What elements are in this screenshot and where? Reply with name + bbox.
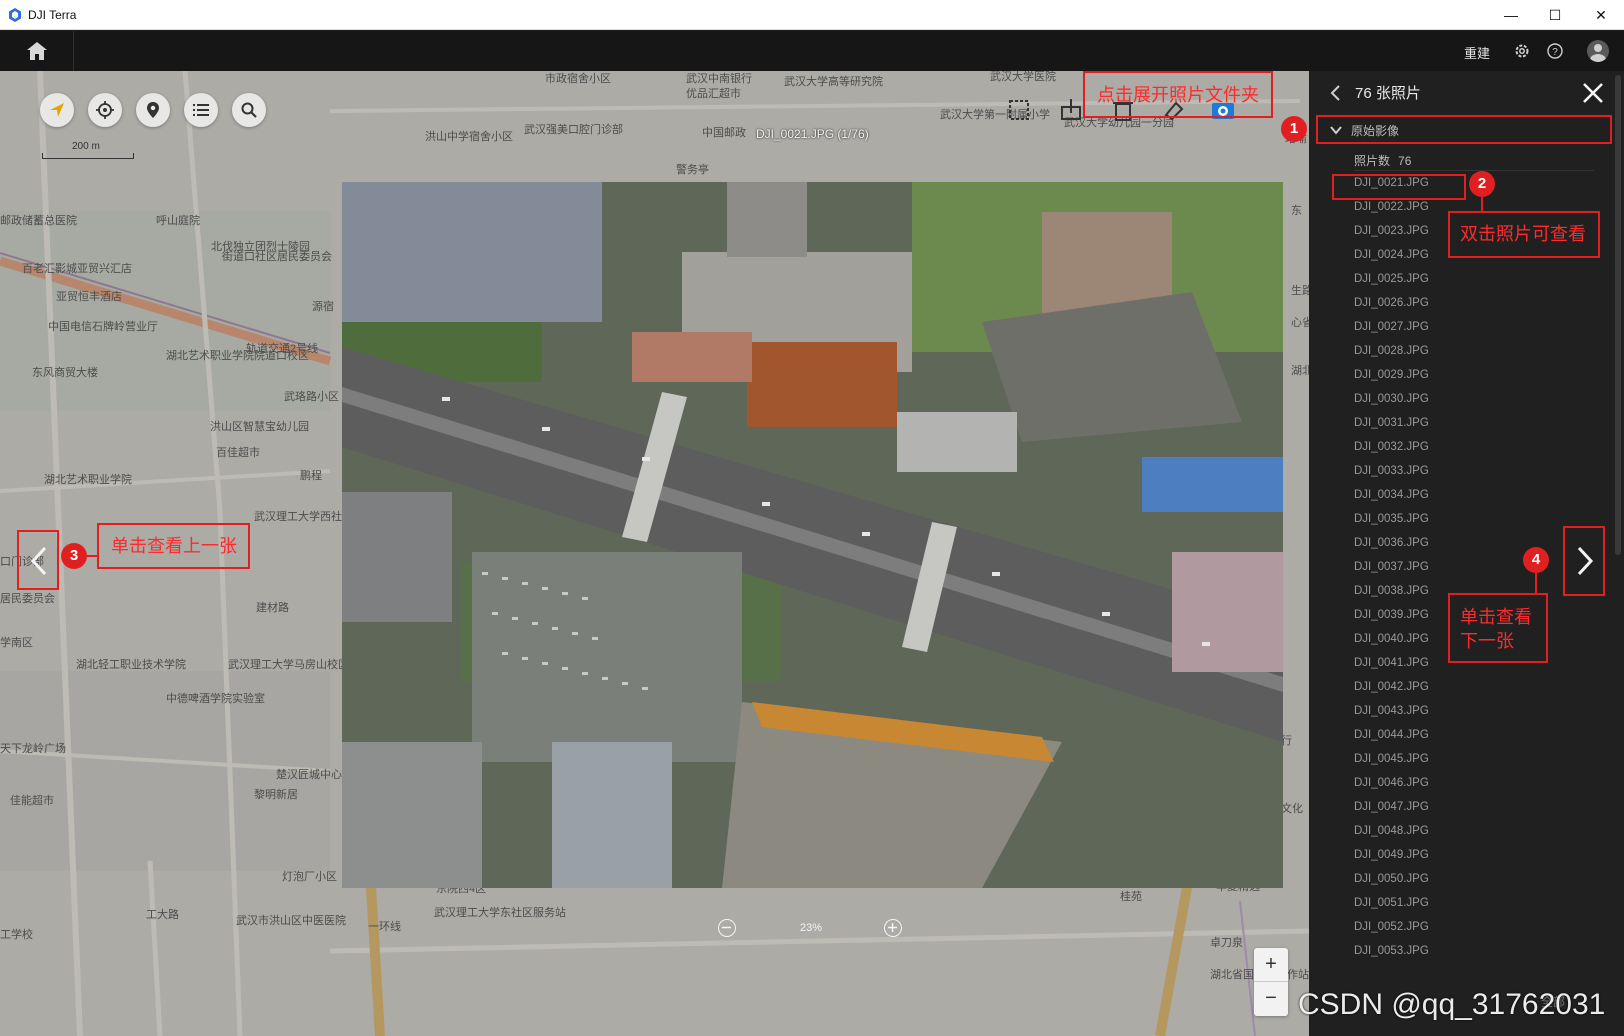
annotation-number-4: 4 <box>1523 547 1549 573</box>
annotation-box-photo <box>1332 174 1466 200</box>
photo-list-item[interactable]: DJI_0043.JPG <box>1354 699 1554 723</box>
search-icon <box>241 102 257 118</box>
chevron-left-icon <box>30 546 47 576</box>
maximize-button[interactable]: ☐ <box>1532 0 1578 30</box>
panel-scrollbar[interactable] <box>1615 75 1621 555</box>
photo-list-item[interactable]: DJI_0047.JPG <box>1354 795 1554 819</box>
photo-zoom-in-button[interactable] <box>884 919 902 937</box>
window-title: DJI Terra <box>28 8 77 22</box>
close-window-button[interactable]: ✕ <box>1578 0 1624 30</box>
annotation-box-4 <box>1448 593 1548 663</box>
photo-list-item[interactable]: DJI_0042.JPG <box>1354 675 1554 699</box>
next-photo-button[interactable] <box>1563 526 1605 596</box>
map-zoom-control: + − <box>1254 948 1288 1016</box>
photo-list-item[interactable]: DJI_0025.JPG <box>1354 267 1554 291</box>
photo-count: 照片数 76 <box>1354 152 1411 169</box>
annotation-text-4b: 下一张 <box>1460 631 1514 651</box>
map-pin-icon <box>147 102 159 118</box>
map-scale-bar <box>42 153 134 159</box>
aerial-photo-image <box>342 182 1283 888</box>
annotation-line-3 <box>86 555 97 557</box>
annotation-number-1: 1 <box>1281 116 1307 142</box>
annotation-line-2 <box>1481 197 1483 211</box>
photo-list-item[interactable]: DJI_0029.JPG <box>1354 363 1554 387</box>
user-icon <box>1590 44 1606 62</box>
photo-list-item[interactable]: DJI_0032.JPG <box>1354 435 1554 459</box>
chevron-right-icon <box>1577 546 1594 576</box>
gear-icon[interactable] <box>1514 43 1530 59</box>
list-button[interactable] <box>184 93 218 127</box>
photo-list-item[interactable]: DJI_0053.JPG <box>1354 939 1554 963</box>
list-icon <box>193 104 209 116</box>
close-panel-icon[interactable] <box>1581 81 1605 105</box>
photo-list-item[interactable]: DJI_0031.JPG <box>1354 411 1554 435</box>
pin-button[interactable] <box>136 93 170 127</box>
annotation-line-4 <box>1535 573 1537 593</box>
annotation-text-1: 点击展开照片文件夹 <box>1097 85 1259 105</box>
photo-list-item[interactable]: DJI_0034.JPG <box>1354 483 1554 507</box>
map-zoom-out-button[interactable]: − <box>1254 982 1288 1016</box>
crosshair-icon <box>96 101 114 119</box>
import-icon[interactable] <box>1056 95 1086 125</box>
photo-zoom-percent: 23% <box>800 922 823 934</box>
aerial-photo[interactable] <box>342 182 1283 888</box>
rebuild-button[interactable]: 重建 <box>1464 43 1490 62</box>
home-icon <box>27 42 47 60</box>
measure-area-icon[interactable] <box>1004 95 1034 125</box>
photo-list-item[interactable]: DJI_0051.JPG <box>1354 891 1554 915</box>
user-avatar[interactable] <box>1587 40 1609 62</box>
watermark: CSDN @qq_31762031 <box>1298 988 1606 1021</box>
locate-button[interactable] <box>88 93 122 127</box>
compass-icon <box>50 103 64 117</box>
photo-list-item[interactable]: DJI_0049.JPG <box>1354 843 1554 867</box>
previous-photo-button[interactable] <box>17 530 59 590</box>
app-navbar: 重建 ? <box>0 31 1624 71</box>
map-zoom-in-button[interactable]: + <box>1254 948 1288 982</box>
photo-count-label: 照片数 <box>1354 154 1391 168</box>
photo-list-item[interactable]: DJI_0033.JPG <box>1354 459 1554 483</box>
photo-list-item[interactable]: DJI_0045.JPG <box>1354 747 1554 771</box>
window-title-bar: DJI Terra — ☐ ✕ <box>0 0 1624 30</box>
annotation-text-3: 单击查看上一张 <box>111 536 237 556</box>
photo-count-value: 76 <box>1398 154 1412 168</box>
search-button[interactable] <box>232 93 266 127</box>
minimize-button[interactable]: — <box>1488 0 1534 30</box>
photo-list-item[interactable]: DJI_0026.JPG <box>1354 291 1554 315</box>
photo-zoom-out-button[interactable] <box>718 919 736 937</box>
annotation-number-3: 3 <box>61 543 87 569</box>
photo-list-item[interactable]: DJI_0035.JPG <box>1354 507 1554 531</box>
annotation-text-2: 双击照片可查看 <box>1460 224 1586 244</box>
plus-icon <box>888 923 897 932</box>
annotation-text-4a: 单击查看 <box>1460 607 1532 627</box>
photo-list-item[interactable]: DJI_0048.JPG <box>1354 819 1554 843</box>
annotation-number-2: 2 <box>1469 171 1495 197</box>
compass-button[interactable] <box>40 93 74 127</box>
photo-list-item[interactable]: DJI_0046.JPG <box>1354 771 1554 795</box>
help-icon[interactable]: ? <box>1547 43 1563 59</box>
photo-list-item[interactable]: DJI_0027.JPG <box>1354 315 1554 339</box>
panel-title: 76 张照片 <box>1355 85 1421 102</box>
photo-list-item[interactable]: DJI_0030.JPG <box>1354 387 1554 411</box>
svg-text:?: ? <box>1552 47 1558 58</box>
photo-title: DJI_0021.JPG (1/76) <box>756 127 869 141</box>
map-scale-label: 200 m <box>72 141 100 152</box>
photo-list-item[interactable]: DJI_0044.JPG <box>1354 723 1554 747</box>
photo-list-item[interactable]: DJI_0028.JPG <box>1354 339 1554 363</box>
back-chevron-icon[interactable] <box>1329 83 1343 103</box>
minus-icon <box>722 926 731 929</box>
photo-list-item[interactable]: DJI_0036.JPG <box>1354 531 1554 555</box>
dji-terra-logo-icon <box>9 8 21 22</box>
home-button[interactable] <box>0 31 74 71</box>
annotation-box-folder <box>1316 115 1612 144</box>
photo-list-item[interactable]: DJI_0050.JPG <box>1354 867 1554 891</box>
photo-list-item[interactable]: DJI_0052.JPG <box>1354 915 1554 939</box>
